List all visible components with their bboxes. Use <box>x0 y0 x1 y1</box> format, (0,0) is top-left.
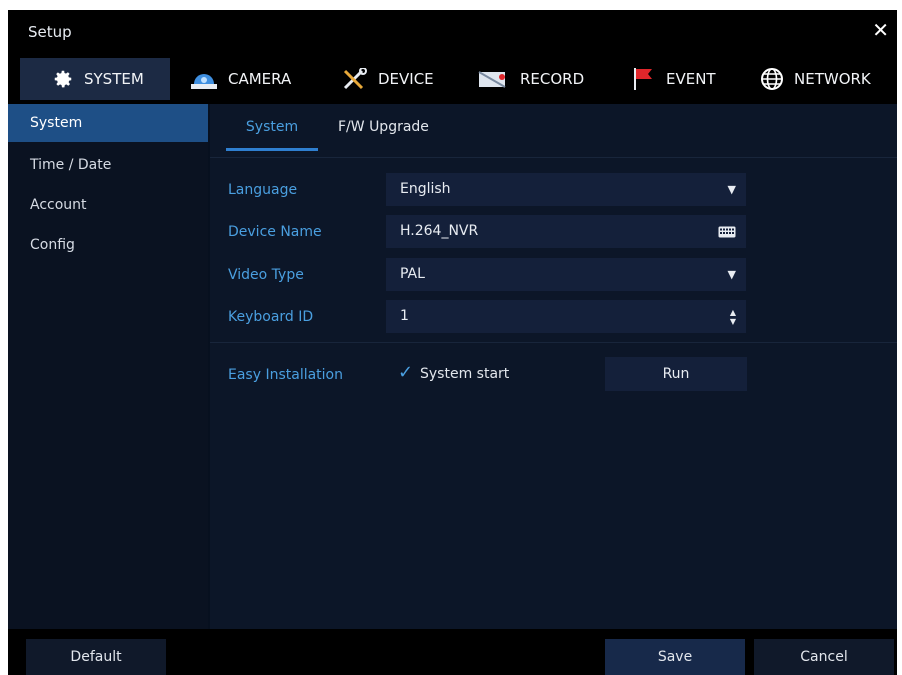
tab-device-label: DEVICE <box>378 70 434 88</box>
subtab-fw-upgrade[interactable]: F/W Upgrade <box>338 112 429 148</box>
save-button[interactable]: Save <box>605 639 745 675</box>
setup-window: Setup ✕ SYSTEM CAMERA DEVICE RECORD EVEN… <box>8 10 897 675</box>
sidebar-item-system[interactable]: System <box>8 104 208 142</box>
gear-icon <box>54 70 72 88</box>
record-icon <box>478 71 506 88</box>
tab-event[interactable]: EVENT <box>632 58 716 100</box>
window-title: Setup <box>28 23 72 41</box>
default-button[interactable]: Default <box>26 639 166 675</box>
flag-icon <box>634 68 652 90</box>
tab-system[interactable]: SYSTEM <box>20 58 170 100</box>
main-content: System F/W Upgrade Language English ▼ De… <box>210 104 897 629</box>
language-select[interactable]: English ▼ <box>386 173 746 206</box>
run-button[interactable]: Run <box>605 357 747 391</box>
title-bar: Setup ✕ <box>8 10 897 54</box>
video-type-value: PAL <box>400 266 425 282</box>
device-name-label: Device Name <box>228 224 322 240</box>
easy-installation-label: Easy Installation <box>228 367 343 383</box>
tab-network-label: NETWORK <box>794 70 871 88</box>
tab-system-label: SYSTEM <box>84 70 144 88</box>
globe-icon <box>761 68 783 90</box>
sidebar-item-account[interactable]: Account <box>8 186 208 224</box>
sidebar-item-time-date[interactable]: Time / Date <box>8 146 208 184</box>
sidebar: System Time / Date Account Config <box>8 104 208 629</box>
keyboard-icon[interactable] <box>718 215 736 248</box>
device-name-value: H.264_NVR <box>400 223 479 239</box>
close-icon[interactable]: ✕ <box>872 20 889 40</box>
tab-record[interactable]: RECORD <box>478 58 584 100</box>
main-tabs: SYSTEM CAMERA DEVICE RECORD EVENT NETWOR… <box>8 54 897 104</box>
subtab-divider <box>210 157 897 158</box>
cancel-button[interactable]: Cancel <box>754 639 894 675</box>
tab-camera-label: CAMERA <box>228 70 292 88</box>
video-type-select[interactable]: PAL ▼ <box>386 258 746 291</box>
tab-device[interactable]: DEVICE <box>342 58 434 100</box>
language-value: English <box>400 181 451 197</box>
tab-record-label: RECORD <box>520 70 585 88</box>
camera-icon <box>191 74 217 89</box>
video-type-label: Video Type <box>228 267 304 283</box>
tab-event-label: EVENT <box>666 70 716 88</box>
device-name-field[interactable]: H.264_NVR <box>386 215 746 248</box>
system-start-checkbox[interactable]: ✓ <box>398 362 413 383</box>
keyboard-id-value: 1 <box>400 308 409 324</box>
sidebar-item-config[interactable]: Config <box>8 226 208 264</box>
tools-icon <box>343 68 367 90</box>
chevron-down-icon: ▼ <box>727 268 736 281</box>
system-start-label: System start <box>420 366 510 382</box>
footer: Default Save Cancel <box>8 629 897 675</box>
subtab-system[interactable]: System <box>226 112 318 151</box>
tab-camera[interactable]: CAMERA <box>190 58 291 100</box>
keyboard-id-stepper[interactable]: 1 ▲ ▼ <box>386 300 746 333</box>
tab-network[interactable]: NETWORK <box>760 58 871 100</box>
stepper-arrows-icon[interactable]: ▲ ▼ <box>730 300 736 333</box>
language-label: Language <box>228 182 298 198</box>
keyboard-id-label: Keyboard ID <box>228 309 314 325</box>
section-divider <box>210 342 897 343</box>
chevron-down-icon: ▼ <box>727 183 736 196</box>
